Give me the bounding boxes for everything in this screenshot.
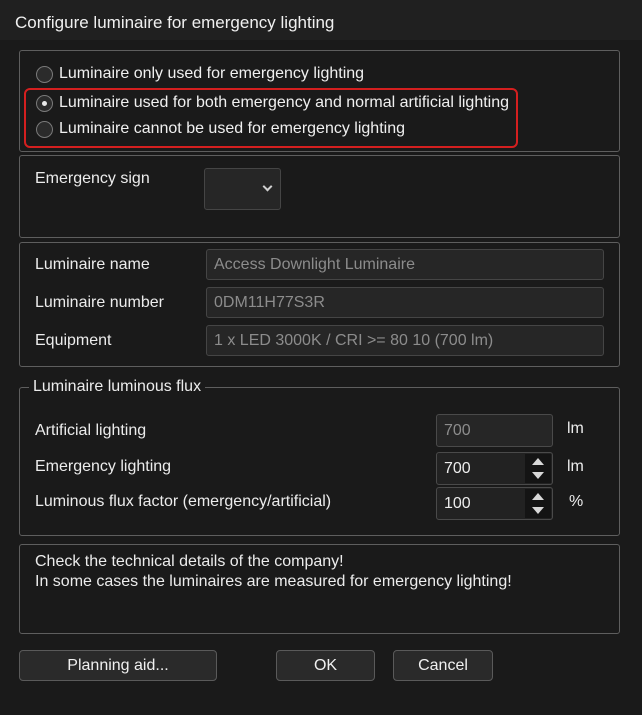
artificial-lighting-field[interactable]: 700 [436,414,553,447]
luminaire-name-field[interactable]: Access Downlight Luminaire [206,249,604,280]
spin-up-icon[interactable] [532,458,544,465]
flux-factor-label: Luminous flux factor (emergency/artifici… [35,493,332,510]
spin-down-icon[interactable] [532,507,544,514]
spinner[interactable] [525,454,551,483]
emergency-lighting-stepper[interactable]: 700 [436,452,553,485]
spin-down-icon[interactable] [532,472,544,479]
equipment-field[interactable]: 1 x LED 3000K / CRI >= 80 10 (700 lm) [206,325,604,356]
note-line-1: Check the technical details of the compa… [35,553,344,570]
luminous-flux-group-title: Luminaire luminous flux [29,378,206,396]
emergency-sign-select[interactable] [204,168,281,210]
emergency-lighting-value: 700 [444,460,471,477]
emergency-sign-panel [19,155,620,238]
luminaire-number-label: Luminaire number [35,294,164,311]
window-title: Configure luminaire for emergency lighti… [15,13,335,32]
flux-factor-stepper[interactable]: 100 [436,487,553,520]
radio-emergency-only[interactable]: Luminaire only used for emergency lighti… [36,64,364,84]
artificial-lighting-unit: lm [567,420,584,437]
flux-factor-unit: % [569,493,584,510]
flux-factor-value: 100 [444,495,471,512]
emergency-lighting-unit: lm [567,458,584,475]
radio-label: Luminaire only used for emergency lighti… [59,65,365,82]
chevron-down-icon [262,181,273,192]
spin-up-icon[interactable] [532,493,544,500]
ok-button[interactable]: OK [276,650,375,681]
equipment-label: Equipment [35,332,112,349]
highlight-box [24,88,518,148]
spinner[interactable] [525,489,551,518]
luminaire-number-field[interactable]: 0DM11H77S3R [206,287,604,318]
luminaire-name-label: Luminaire name [35,256,150,273]
note-line-2: In some cases the luminaires are measure… [35,573,512,590]
emergency-sign-label: Emergency sign [35,170,150,187]
radio-button[interactable] [36,65,53,83]
artificial-lighting-label: Artificial lighting [35,422,147,439]
planning-aid-button[interactable]: Planning aid... [19,650,217,681]
emergency-lighting-label: Emergency lighting [35,458,172,475]
cancel-button[interactable]: Cancel [393,650,493,681]
title-bar: Configure luminaire for emergency lighti… [0,0,642,40]
